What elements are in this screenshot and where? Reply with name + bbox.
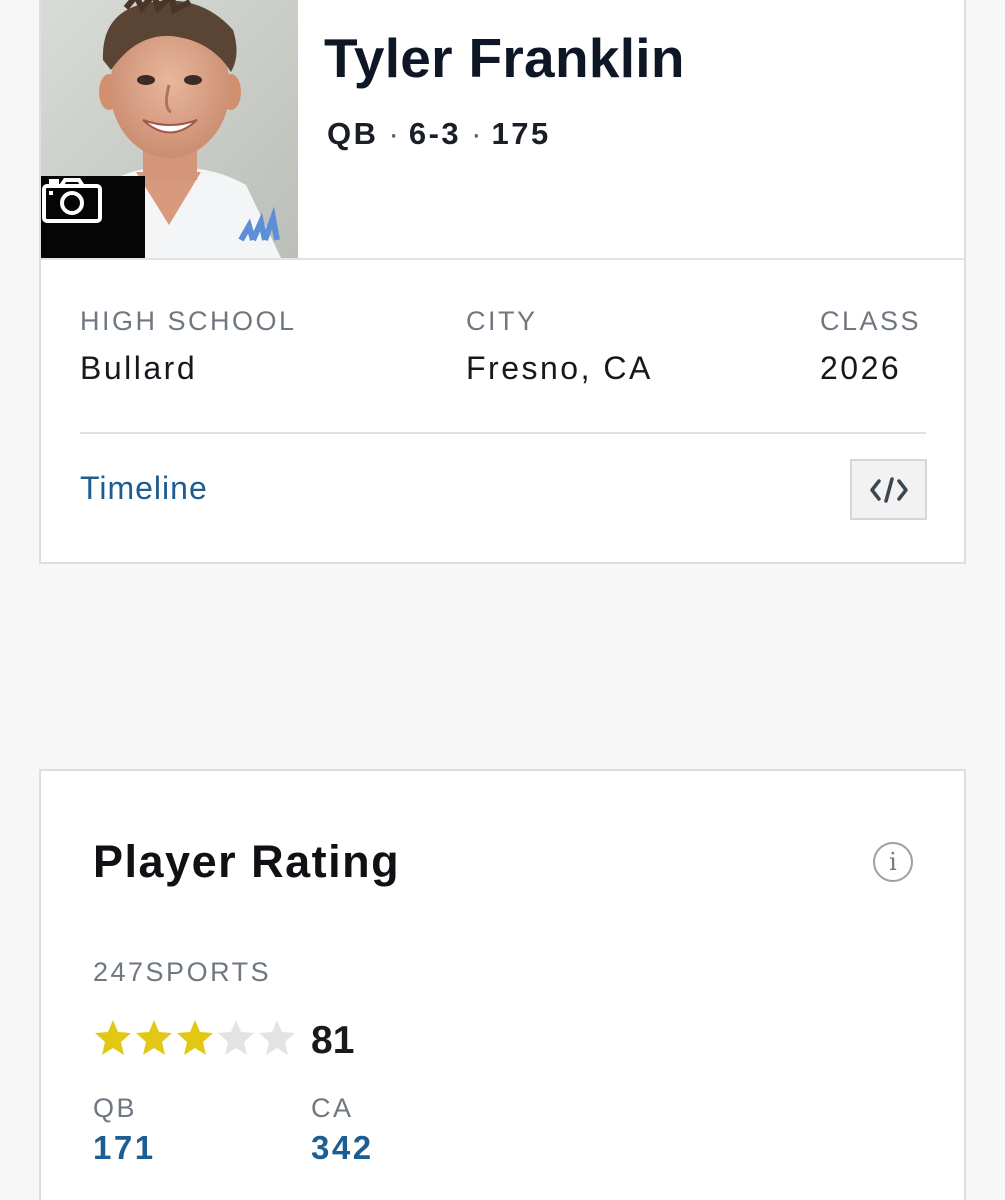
star-rating xyxy=(93,1018,297,1058)
state-rank-label: CA xyxy=(311,1093,354,1123)
high-school-label: HIGH SCHOOL xyxy=(80,306,297,336)
star-empty-icon xyxy=(218,1020,254,1055)
code-embed-icon xyxy=(869,476,908,503)
player-header: Tyler Franklin QB · 6-3 · 175 xyxy=(41,0,964,260)
separator-dot: · xyxy=(471,116,482,151)
section-divider xyxy=(80,432,926,434)
info-icon[interactable]: i xyxy=(873,842,913,882)
player-weight: 175 xyxy=(491,116,551,151)
star-filled-icon xyxy=(136,1020,172,1055)
city-label: CITY xyxy=(466,306,538,336)
star-filled-icon xyxy=(95,1020,131,1055)
player-position: QB xyxy=(327,116,379,151)
rating-score: 81 xyxy=(311,1019,355,1062)
player-height: 6-3 xyxy=(408,116,462,151)
player-photo[interactable] xyxy=(41,0,298,258)
player-name: Tyler Franklin xyxy=(324,27,685,89)
player-rating-card: Player Rating i 247SPORTS 81 QB 171 CA 3… xyxy=(39,769,966,1200)
camera-button[interactable] xyxy=(41,176,145,258)
player-attributes: QB · 6-3 · 175 xyxy=(327,116,551,152)
timeline-link[interactable]: Timeline xyxy=(80,470,208,507)
position-rank-label: QB xyxy=(93,1093,138,1123)
star-filled-icon xyxy=(177,1020,213,1055)
rating-provider: 247SPORTS xyxy=(93,957,272,987)
embed-button[interactable] xyxy=(850,459,927,520)
city-value: Fresno, CA xyxy=(466,350,653,386)
class-label: CLASS xyxy=(820,306,922,336)
player-profile-card: Tyler Franklin QB · 6-3 · 175 HIGH SCHOO… xyxy=(39,0,966,564)
state-rank-value[interactable]: 342 xyxy=(311,1129,374,1167)
separator-dot: · xyxy=(388,116,399,151)
star-empty-icon xyxy=(259,1020,295,1055)
rating-title: Player Rating xyxy=(93,836,401,887)
position-rank-value[interactable]: 171 xyxy=(93,1129,156,1167)
high-school-value: Bullard xyxy=(80,350,198,386)
camera-icon xyxy=(42,178,102,223)
class-value: 2026 xyxy=(820,350,902,386)
